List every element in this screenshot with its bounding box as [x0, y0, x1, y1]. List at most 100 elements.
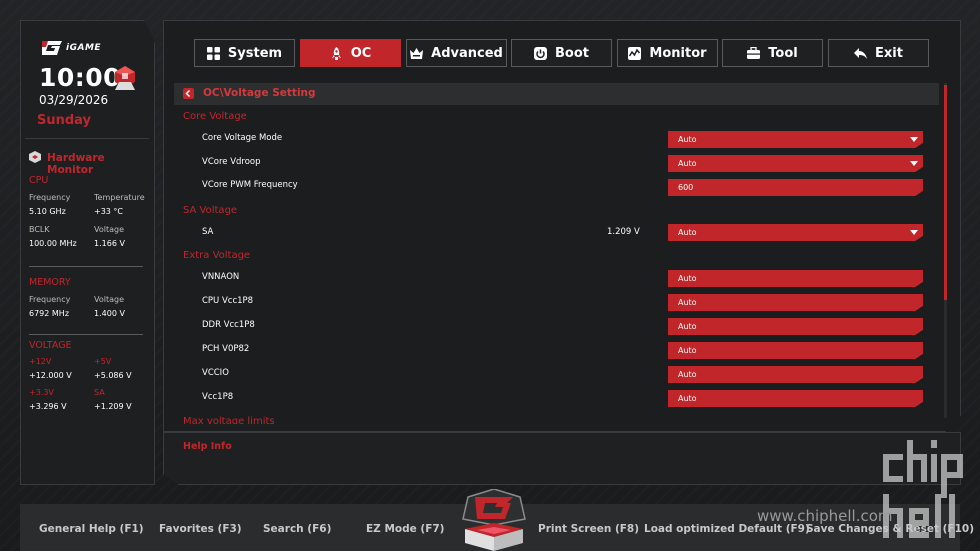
group-title-extra-voltage: Extra Voltage	[183, 250, 251, 261]
rocket-icon	[331, 46, 341, 60]
help-info-title: Help Info	[183, 441, 232, 452]
setting-label-vccio: VCCIO	[202, 368, 229, 378]
breadcrumb: OC\Voltage Setting	[174, 83, 939, 105]
crown-icon	[410, 47, 424, 59]
tab-label: Advanced	[431, 45, 503, 61]
setting-label-cpu-vcc1p8: CPU Vcc1P8	[202, 296, 254, 306]
field-value: Auto	[678, 135, 697, 144]
logo-text: iGAME	[66, 43, 102, 53]
chart-icon	[628, 46, 642, 60]
tab-exit[interactable]: Exit	[828, 39, 929, 67]
tab-oc[interactable]: OC	[300, 39, 401, 67]
tab-label: Exit	[875, 45, 903, 61]
chevron-down-icon	[910, 161, 918, 166]
tab-advanced[interactable]: Advanced	[406, 39, 507, 67]
center-emblem-icon	[462, 489, 526, 551]
memory-voltage-value: 1.400 V	[94, 309, 125, 318]
back-icon[interactable]	[183, 88, 194, 99]
v33-value: +3.296 V	[29, 402, 67, 411]
memory-heading: MEMORY	[29, 277, 71, 288]
tab-label: Tool	[768, 45, 798, 61]
field-value: Auto	[678, 228, 697, 237]
v5-value: +5.086 V	[94, 371, 132, 380]
pch-v0p82-input[interactable]: Auto	[668, 342, 923, 359]
sa-voltage-reading: 1.209 V	[607, 227, 640, 237]
sa-label: SA	[94, 388, 105, 397]
voltage-heading: VOLTAGE	[29, 340, 72, 351]
scrollbar[interactable]	[944, 83, 947, 418]
divider	[29, 266, 143, 267]
setting-label-ddr-vcc1p8: DDR Vcc1P8	[202, 320, 255, 330]
vcore-pwm-frequency-input[interactable]: 600	[668, 179, 923, 196]
tab-system[interactable]: System	[194, 39, 295, 67]
setting-label-vcore-pwm-frequency: VCore PWM Frequency	[202, 180, 298, 190]
group-title-max-voltage-limits: Max voltage limits	[183, 416, 275, 424]
group-title-core-voltage: Core Voltage	[183, 111, 247, 122]
vnnaon-input[interactable]: Auto	[668, 270, 923, 287]
group-title-sa-voltage: SA Voltage	[183, 205, 238, 216]
memory-frequency-label: Frequency	[29, 295, 71, 304]
field-value: Auto	[678, 298, 697, 307]
hardware-monitor-icon	[29, 151, 41, 163]
search-button[interactable]: Search (F6)	[263, 523, 331, 535]
tab-label: Monitor	[649, 45, 707, 61]
core-voltage-mode-select[interactable]: Auto	[668, 131, 923, 148]
bclk-label: BCLK	[29, 225, 50, 234]
chevron-down-icon	[910, 230, 918, 235]
back-arrow-icon	[854, 47, 868, 59]
v12-label: +12V	[29, 357, 52, 366]
sa-voltage-select[interactable]: Auto	[668, 224, 923, 241]
clock-time: 10:00	[39, 63, 122, 92]
tab-label: System	[227, 45, 283, 61]
tab-tool[interactable]: Tool	[722, 39, 823, 67]
watermark-text: www.chiphell.com	[757, 507, 893, 525]
vcore-vdroop-select[interactable]: Auto	[668, 155, 923, 172]
v33-label: +3.3V	[29, 388, 54, 397]
field-value: Auto	[678, 159, 697, 168]
setting-label-vnnaon: VNNAON	[202, 272, 240, 282]
ddr-vcc1p8-input[interactable]: Auto	[668, 318, 923, 335]
vccio-input[interactable]: Auto	[668, 366, 923, 383]
tab-label: Boot	[555, 45, 589, 61]
sa-value: +1.209 V	[94, 402, 132, 411]
clock-day: Sunday	[37, 113, 92, 128]
chiphell-watermark-logo	[883, 440, 963, 538]
help-info-panel	[163, 432, 961, 485]
grid-icon	[206, 46, 220, 60]
cpu-voltage-label: Voltage	[94, 225, 125, 234]
igame-logo: iGAME	[40, 39, 110, 61]
cpu-frequency-value: 5.10 GHz	[29, 207, 66, 216]
field-value: Auto	[678, 346, 697, 355]
tab-monitor[interactable]: Monitor	[617, 39, 718, 67]
v5-label: +5V	[94, 357, 112, 366]
hardware-monitor-title: Hardware Monitor	[47, 152, 105, 176]
ez-mode-button[interactable]: EZ Mode (F7)	[366, 523, 444, 535]
igame-logo-mark-icon	[42, 41, 62, 55]
cpu-heading: CPU	[29, 175, 49, 186]
chevron-down-icon	[910, 137, 918, 142]
divider	[29, 334, 143, 335]
setting-label-vcc1p8: Vcc1P8	[202, 392, 234, 402]
memory-frequency-value: 6792 MHz	[29, 309, 70, 318]
cpu-temperature-value: +33 °C	[94, 207, 124, 216]
cpu-vcc1p8-input[interactable]: Auto	[668, 294, 923, 311]
favorites-button[interactable]: Favorites (F3)	[159, 523, 242, 535]
field-value: 600	[678, 183, 694, 192]
scrollbar-thumb[interactable]	[944, 85, 947, 300]
general-help-button[interactable]: General Help (F1)	[39, 523, 144, 535]
v12-value: +12.000 V	[29, 371, 72, 380]
cpu-frequency-label: Frequency	[29, 193, 71, 202]
field-value: Auto	[678, 394, 697, 403]
setting-label-sa: SA	[202, 227, 214, 237]
print-screen-button[interactable]: Print Screen (F8)	[538, 523, 639, 535]
tab-boot[interactable]: Boot	[511, 39, 612, 67]
field-value: Auto	[678, 274, 697, 283]
clock-date: 03/29/2026	[39, 93, 109, 107]
field-value: Auto	[678, 322, 697, 331]
memory-voltage-label: Voltage	[94, 295, 125, 304]
divider	[25, 138, 149, 139]
tab-label: OC	[350, 45, 372, 61]
setting-label-vcore-vdroop: VCore Vdroop	[202, 157, 261, 167]
vcc1p8-input[interactable]: Auto	[668, 390, 923, 407]
gem-icon	[115, 66, 135, 90]
